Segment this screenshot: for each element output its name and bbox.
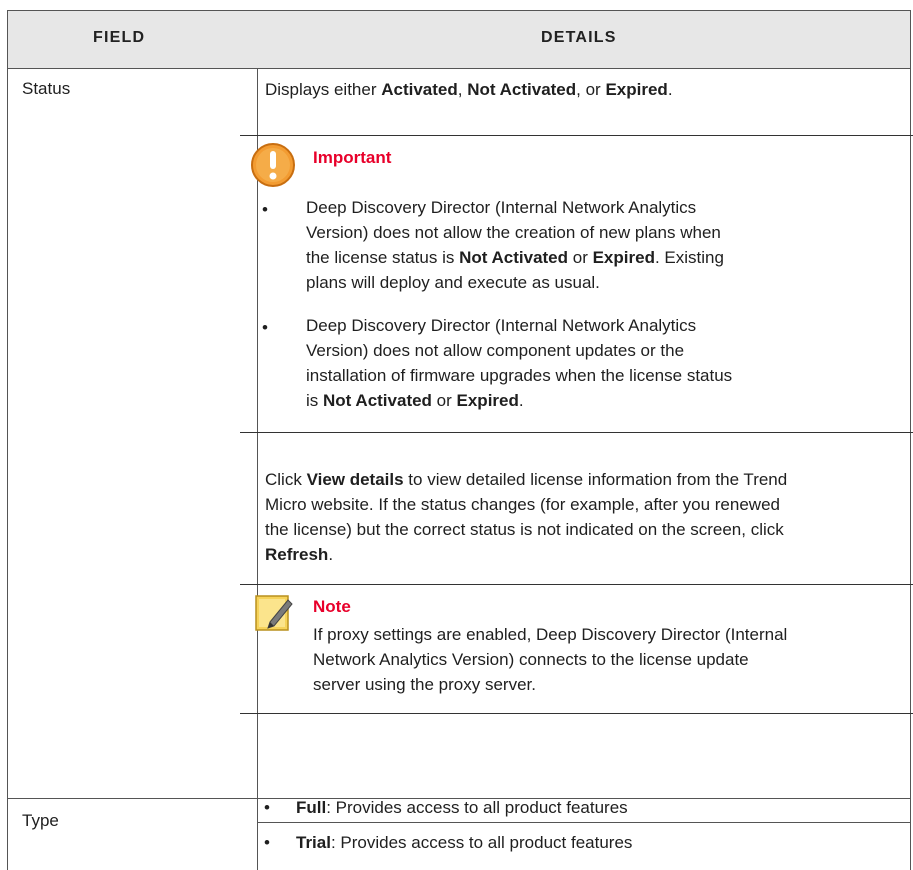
- note-icon: [255, 595, 293, 631]
- important-top-rule: [240, 135, 913, 136]
- important-bullet-2: Deep Discovery Director (Internal Networ…: [306, 316, 733, 410]
- bullet-marker: •: [262, 200, 268, 219]
- type-item-trial: Trial: Provides access to all product fe…: [296, 833, 633, 852]
- license-fields-table: Field Details Status Type: [7, 10, 911, 870]
- bullet-marker: •: [262, 318, 268, 337]
- note-title: Note: [313, 597, 351, 616]
- bullet-marker: •: [264, 833, 270, 852]
- note-top-rule: [240, 584, 913, 585]
- view-details-text: Click View details to view detailed lice…: [265, 470, 788, 564]
- type-item-full: Full: Provides access to all product fea…: [296, 798, 628, 817]
- bullet-marker: •: [264, 798, 270, 817]
- details-column-header: Details: [541, 29, 617, 46]
- note-body: If proxy settings are enabled, Deep Disc…: [313, 625, 788, 694]
- status-intro-text: Displays either Activated, Not Activated…: [265, 80, 673, 99]
- status-field-label: Status: [22, 79, 71, 98]
- table-header: Field Details: [8, 11, 910, 69]
- important-bottom-rule: [240, 432, 913, 433]
- note-bottom-rule: [240, 713, 913, 714]
- type-item-separator: [257, 822, 911, 823]
- important-title: Important: [313, 148, 392, 167]
- field-column-header: Field: [93, 29, 146, 46]
- type-field-label: Type: [22, 811, 59, 830]
- warning-icon: [251, 143, 295, 187]
- important-bullet-1: Deep Discovery Director (Internal Networ…: [306, 198, 724, 292]
